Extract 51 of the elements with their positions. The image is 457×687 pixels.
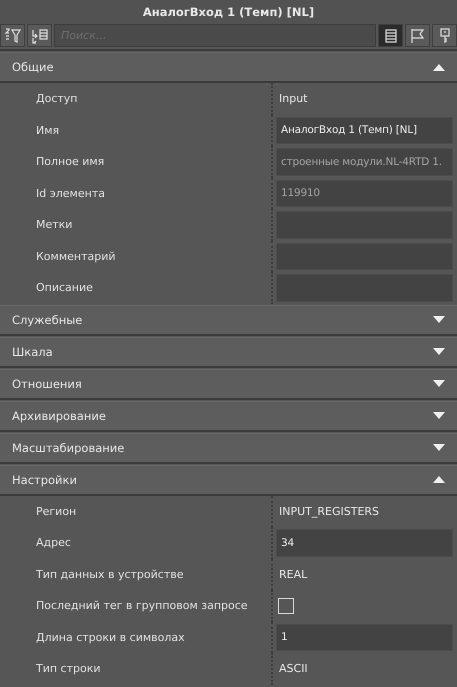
section-header[interactable]: Отношения [0,368,457,400]
window-title: АналогВход 1 (Темп) [NL] [0,0,457,24]
expand-caret-icon[interactable] [433,444,445,451]
section-header[interactable]: Настройки [0,464,457,496]
expand-caret-icon[interactable] [433,316,445,323]
property-value: INPUT_REGISTERS [278,504,380,518]
collapse-caret-icon[interactable] [433,476,445,483]
property-label: Описание [35,281,94,294]
property-value: ASCII [278,662,308,676]
expand-caret-icon[interactable] [433,412,445,419]
sort-filter-icon [4,26,22,44]
property-value: REAL [278,568,308,581]
section-header[interactable]: Архивирование [0,400,457,432]
section-title: Шкала [12,344,53,358]
section-header[interactable]: Общие [0,52,457,83]
checkbox[interactable] [278,598,294,614]
property-field[interactable]: 1 [276,624,453,651]
section-title: Служебные [12,312,82,326]
property-label: Адрес [35,536,72,550]
key-view-button[interactable] [432,24,457,47]
property-label: Регион [35,504,78,518]
section-title: Общие [12,60,54,74]
section-header[interactable]: Масштабирование [0,432,457,464]
property-label: Длина строки в символах [35,630,186,644]
property-label: Полное имя [35,155,106,168]
section-header[interactable]: Служебные [0,304,457,336]
expand-caret-icon[interactable] [433,380,445,387]
expand-tree-icon [30,26,48,44]
property-label: Комментарий [35,250,117,263]
property-label: Id элемента [35,186,106,200]
section-title: Настройки [12,472,77,486]
property-field[interactable]: 34 [276,529,453,556]
property-value: Input [278,92,308,106]
property-label: Доступ [35,92,78,106]
expand-button[interactable] [27,24,52,47]
flag-icon [408,26,426,44]
expand-caret-icon[interactable] [433,348,445,355]
section-header[interactable]: Шкала [0,336,457,368]
property-field[interactable]: АналогВход 1 (Темп) [NL] [276,116,453,144]
property-label: Тип данных в устройстве [35,568,184,581]
section-title: Архивирование [12,408,106,422]
collapse-caret-icon[interactable] [433,64,445,70]
sort-filter-button[interactable] [0,24,25,47]
property-label: Тип строки [35,662,102,676]
property-label: Последний тег в групповом запросе [35,599,249,612]
section-title: Масштабирование [12,440,124,454]
section-title: Отношения [12,376,82,390]
property-label: Имя [35,124,60,137]
property-label: Метки [35,218,74,232]
flag-view-button[interactable] [405,24,430,47]
list-view-button[interactable] [378,24,403,47]
